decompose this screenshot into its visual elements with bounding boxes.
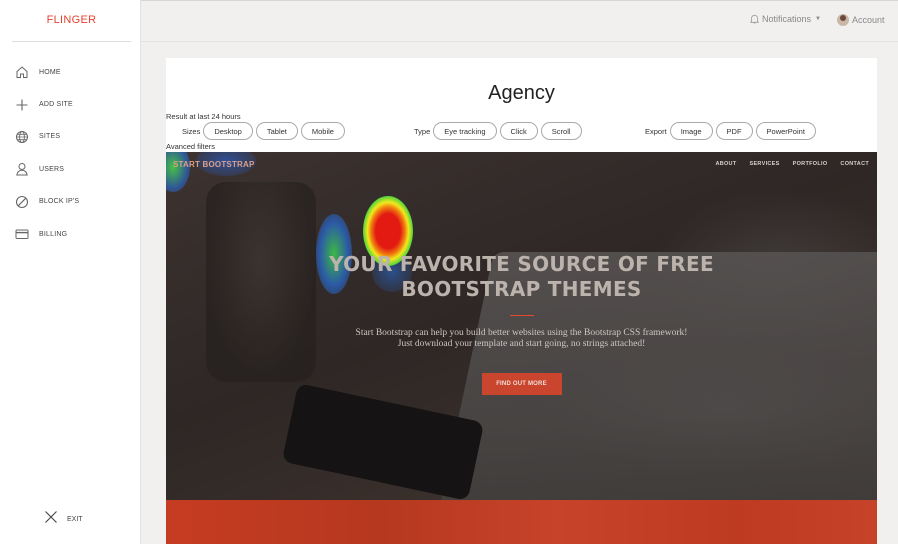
export-image-button[interactable]: Image <box>669 122 713 140</box>
plus-icon <box>14 97 30 113</box>
sidebar-item-label: SITES <box>39 133 61 141</box>
export-filter: Export Image PDF PowerPoint <box>645 122 819 140</box>
size-desktop-button[interactable]: Desktop <box>203 122 253 140</box>
hero-divider <box>509 315 534 316</box>
type-click-button[interactable]: Click <box>499 122 538 140</box>
advanced-filters-link[interactable]: Avanced filters <box>166 142 215 151</box>
home-icon <box>14 64 30 80</box>
sidebar-item-label: ADD SITE <box>39 101 73 109</box>
exit-button[interactable]: EXIT <box>44 510 83 529</box>
type-eye-tracking-button[interactable]: Eye tracking <box>433 122 497 140</box>
type-label: Type <box>414 126 431 136</box>
globe-icon <box>14 129 30 145</box>
hero-title-line-2: BOOTSTRAP THEMES <box>401 277 642 301</box>
export-pdf-button[interactable]: PDF <box>715 122 753 140</box>
sidebar-item-block-ips[interactable]: BLOCK IP'S <box>0 186 140 218</box>
hero-subtitle-line-2: Just download your template and start go… <box>397 339 646 349</box>
hero-subtitle-line-1: Start Bootstrap can help you build bette… <box>355 328 688 338</box>
sidebar-nav: HOME ADD SITE SITES USERS BLOCK IP'S BIL… <box>0 56 140 250</box>
size-mobile-button[interactable]: Mobile <box>300 122 345 140</box>
sidebar-item-label: BILLING <box>39 230 68 238</box>
preview-red-section <box>166 500 877 544</box>
hero-title-line-1: YOUR FAVORITE SOURCE OF FREE <box>329 252 714 276</box>
preview-nav-contact: CONTACT <box>840 161 869 167</box>
account-label: Account <box>852 15 885 25</box>
preview-nav: ABOUT SERVICES PORTFOLIO CONTACT <box>715 161 869 167</box>
account-menu[interactable]: Account <box>837 14 885 26</box>
export-powerpoint-button[interactable]: PowerPoint <box>755 122 816 140</box>
preview-hero: YOUR FAVORITE SOURCE OF FREE BOOTSTRAP T… <box>166 252 877 395</box>
sidebar-item-add-site[interactable]: ADD SITE <box>0 88 140 120</box>
user-icon <box>14 161 30 177</box>
heatmap-preview[interactable]: START BOOTSTRAP ABOUT SERVICES PORTFOLIO… <box>166 152 877 500</box>
credit-card-icon <box>14 226 30 242</box>
preview-nav-portfolio: PORTFOLIO <box>792 161 828 167</box>
sidebar-item-label: USERS <box>39 165 65 173</box>
type-filter: Type Eye tracking Click Scroll <box>414 122 585 140</box>
exit-label: EXIT <box>67 516 83 523</box>
topbar: Notifications ▼ Account <box>141 0 898 42</box>
notifications-label: Notifications <box>762 14 812 24</box>
chevron-down-icon: ▼ <box>815 16 821 22</box>
type-scroll-button[interactable]: Scroll <box>540 122 582 140</box>
sidebar-item-label: BLOCK IP'S <box>39 198 80 206</box>
preview-brand: START BOOTSTRAP <box>173 160 255 169</box>
close-icon <box>44 510 58 529</box>
find-out-more-button: FIND OUT MORE <box>481 373 562 395</box>
sidebar-item-label: HOME <box>39 68 61 76</box>
avatar <box>837 14 849 26</box>
brand-logo[interactable]: FLINGER <box>12 0 131 42</box>
preview-nav-about: ABOUT <box>715 161 737 167</box>
page-title: Agency <box>488 82 555 104</box>
bell-icon <box>750 14 759 24</box>
sidebar: FLINGER HOME ADD SITE SITES USERS BLOCK … <box>0 0 141 544</box>
sidebar-item-users[interactable]: USERS <box>0 153 140 185</box>
sizes-filter: Sizes Desktop Tablet Mobile <box>182 122 348 140</box>
sidebar-item-sites[interactable]: SITES <box>0 121 140 153</box>
preview-nav-services: SERVICES <box>749 161 780 167</box>
size-tablet-button[interactable]: Tablet <box>255 122 298 140</box>
sidebar-item-billing[interactable]: BILLING <box>0 218 140 250</box>
block-icon <box>14 194 30 210</box>
sizes-label: Sizes <box>182 126 201 136</box>
sidebar-item-home[interactable]: HOME <box>0 56 140 88</box>
notifications-dropdown[interactable]: Notifications ▼ <box>750 14 821 24</box>
export-label: Export <box>645 126 667 136</box>
result-period-text: Result at last 24 hours <box>166 112 241 121</box>
